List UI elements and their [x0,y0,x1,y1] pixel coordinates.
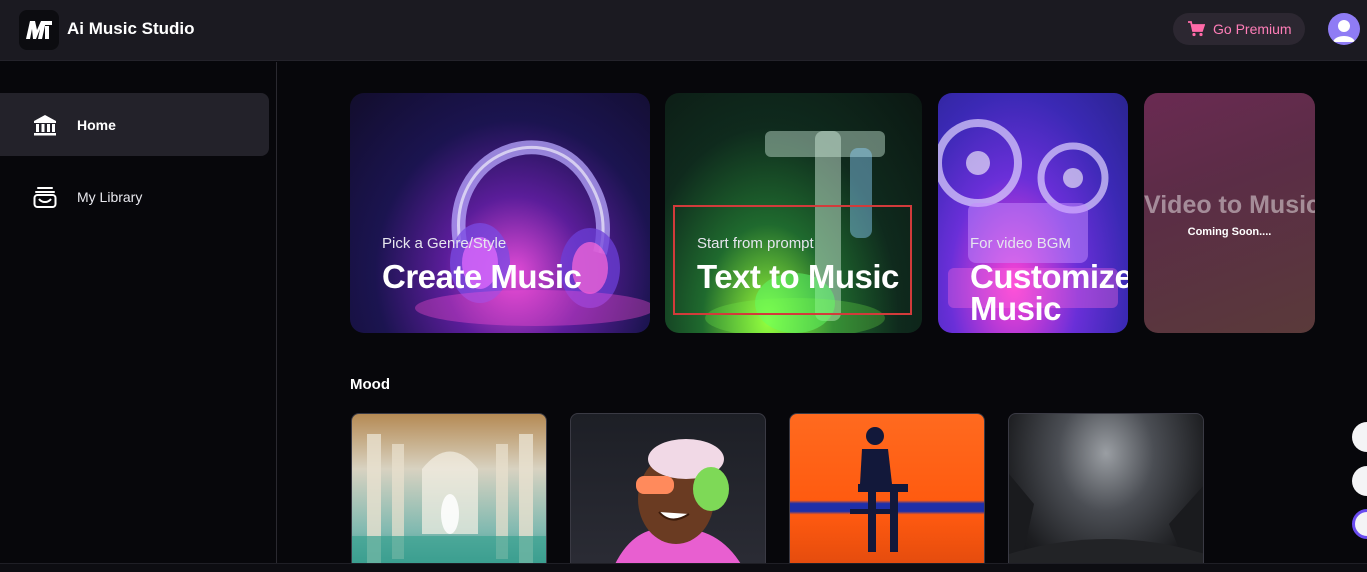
stormy-cliffs-image [1009,474,1203,571]
mood-tile[interactable] [351,413,547,572]
mood-tile[interactable] [570,413,766,572]
mood-heading: Mood [350,376,390,393]
card-title: Video to Music [1144,191,1315,219]
floating-action-button[interactable] [1352,466,1367,496]
palace-hall-image [352,434,546,571]
coming-soon-label: Coming Soon.... [1187,226,1272,238]
customize-music-card[interactable]: For video BGM Customize Music [938,93,1128,333]
go-premium-button[interactable]: Go Premium [1173,13,1305,45]
card-subtitle: For video BGM [970,235,1071,252]
home-icon [33,113,57,137]
card-title-line2: Music [970,290,1062,327]
text-to-music-card[interactable]: Start from prompt Text to Music [665,93,922,333]
user-icon [1333,20,1355,42]
card-title: Create Music [382,258,582,295]
sidebar: Home My Library [0,62,277,572]
mood-tile[interactable] [1008,413,1204,572]
laughing-man-headphones-image [611,439,745,571]
go-premium-label: Go Premium [1213,21,1292,37]
video-to-music-card: Video to Music Coming Soon.... [1144,93,1315,333]
app-logo[interactable] [19,10,59,50]
headphones-icon [415,140,650,326]
sidebar-item-label: My Library [77,188,143,205]
cart-icon [1188,21,1205,37]
card-title: Text to Music [697,258,899,295]
app-title: Ai Music Studio [67,19,195,38]
card-title-line1: Customize [970,258,1128,295]
seated-figure-image [850,427,908,552]
floating-action-button[interactable] [1352,422,1367,452]
bottom-bar [0,563,1367,572]
library-icon [33,185,57,209]
logo-mark-icon [26,21,52,39]
create-music-card[interactable]: Pick a Genre/Style Create Music [350,93,650,333]
user-avatar[interactable] [1328,13,1360,45]
card-subtitle: Pick a Genre/Style [382,235,507,252]
music-note-glass-icon [705,131,885,333]
floating-chat-button[interactable] [1352,509,1367,539]
card-subtitle: Start from prompt [697,235,814,252]
sidebar-item-my-library[interactable]: My Library [0,165,269,228]
sidebar-item-label: Home [77,116,116,133]
top-header: Ai Music Studio Go Premium [0,0,1367,61]
sidebar-item-home[interactable]: Home [0,93,269,156]
mood-tile[interactable] [789,413,985,572]
